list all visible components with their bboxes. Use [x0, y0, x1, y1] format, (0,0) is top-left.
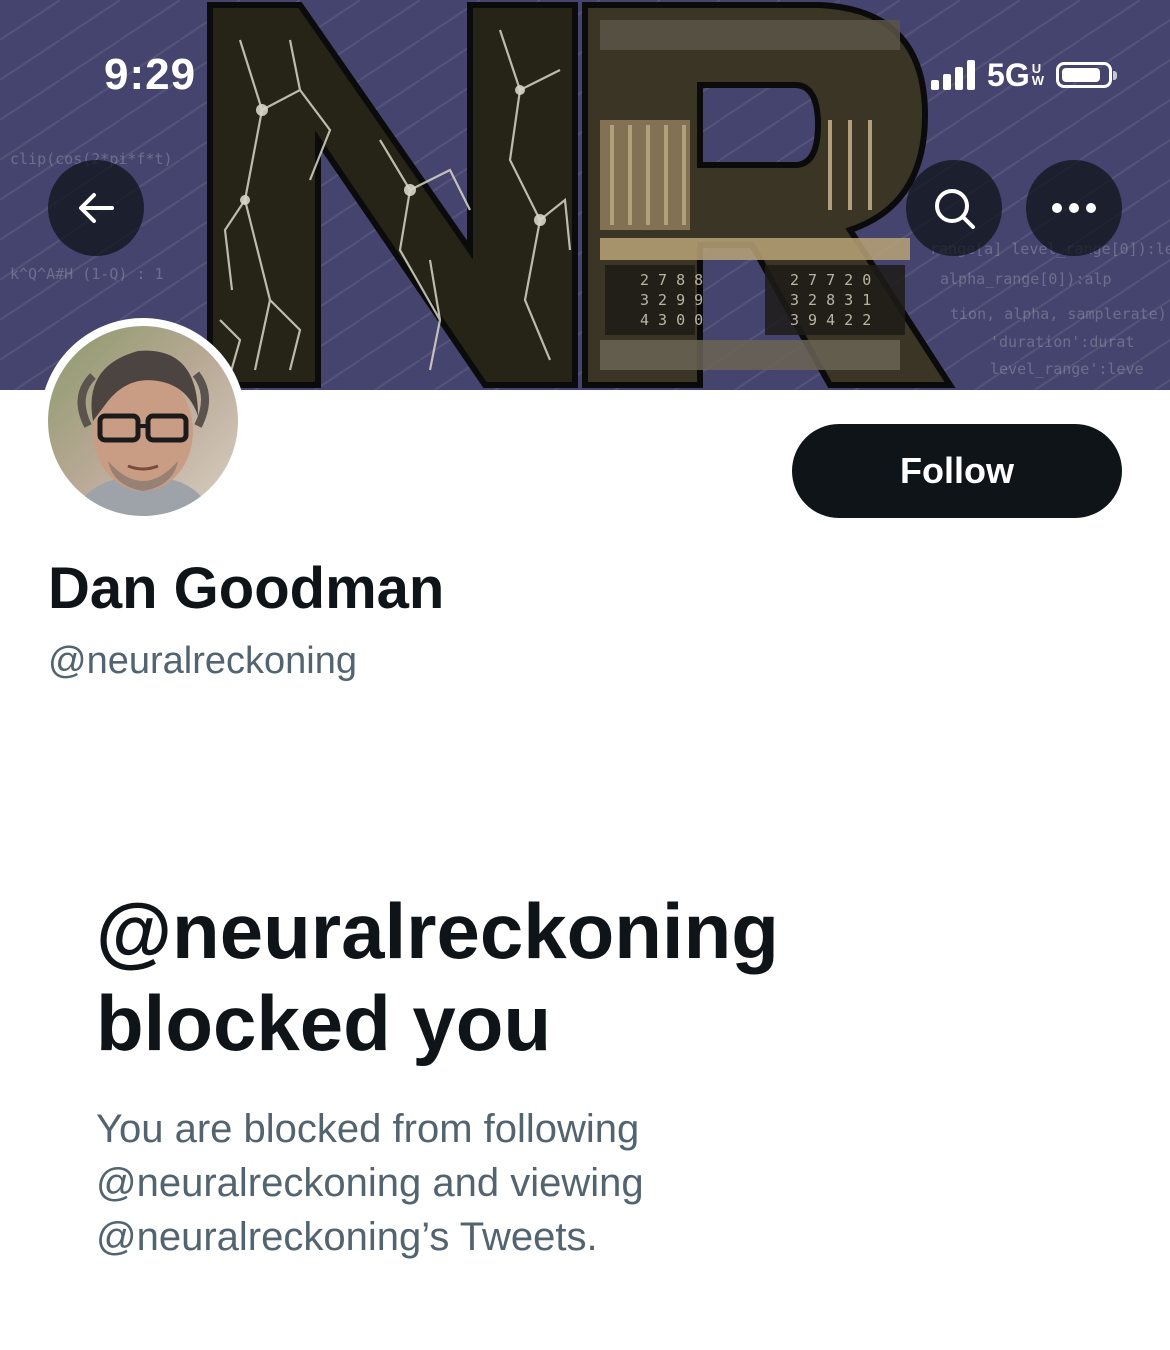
more-horizontal-icon	[1052, 203, 1096, 213]
status-bar-time: 9:29	[104, 50, 197, 99]
svg-text:4 3 0 0: 4 3 0 0	[640, 311, 703, 329]
network-type: 5G UW	[987, 56, 1044, 93]
svg-text:3 2 8 3 1: 3 2 8 3 1	[790, 291, 871, 309]
banner-code-fragment: 'duration':durat	[990, 333, 1135, 351]
network-suffix: UW	[1031, 61, 1044, 88]
banner-code-fragment: level_range':leve	[990, 360, 1144, 378]
blocked-heading-line: @neuralreckoning	[96, 887, 779, 975]
banner-code-fragment: tion, alpha, samplerate)	[950, 305, 1167, 323]
arrow-left-icon	[79, 193, 114, 223]
back-button[interactable]	[48, 160, 144, 256]
status-bar-indicators: 5G UW	[931, 55, 1117, 95]
blocked-description-line: @neuralreckoning and viewing	[96, 1161, 644, 1205]
blocked-description: You are blocked from following @neuralre…	[96, 1102, 796, 1264]
avatar-image	[48, 326, 238, 516]
follow-button[interactable]: Follow	[792, 424, 1122, 518]
more-options-button[interactable]	[1026, 160, 1122, 256]
search-button[interactable]	[906, 160, 1002, 256]
cellular-signal-icon	[931, 60, 976, 90]
profile-handle: @neuralreckoning	[48, 640, 357, 682]
blocked-description-line: You are blocked from following	[96, 1107, 640, 1151]
battery-icon	[1056, 62, 1117, 88]
profile-display-name: Dan Goodman	[48, 556, 445, 621]
blocked-heading-line: blocked you	[96, 979, 552, 1067]
blocked-description-line: @neuralreckoning’s Tweets.	[96, 1215, 598, 1259]
svg-text:3 2 9 9: 3 2 9 9	[640, 291, 703, 309]
svg-text:3 9 4 2 2: 3 9 4 2 2	[790, 311, 871, 329]
blocked-heading: @neuralreckoning blocked you	[96, 885, 1076, 1069]
svg-text:2 7 8 8: 2 7 8 8	[640, 271, 703, 289]
svg-text:2 7 7 2 0: 2 7 7 2 0	[790, 271, 871, 289]
search-icon	[935, 189, 975, 229]
avatar[interactable]	[40, 318, 246, 524]
banner-code-fragment: k^Q^A#H (1-Q) : 1	[10, 265, 164, 283]
banner-code-fragment: alpha_range[0]):alp	[940, 270, 1112, 288]
